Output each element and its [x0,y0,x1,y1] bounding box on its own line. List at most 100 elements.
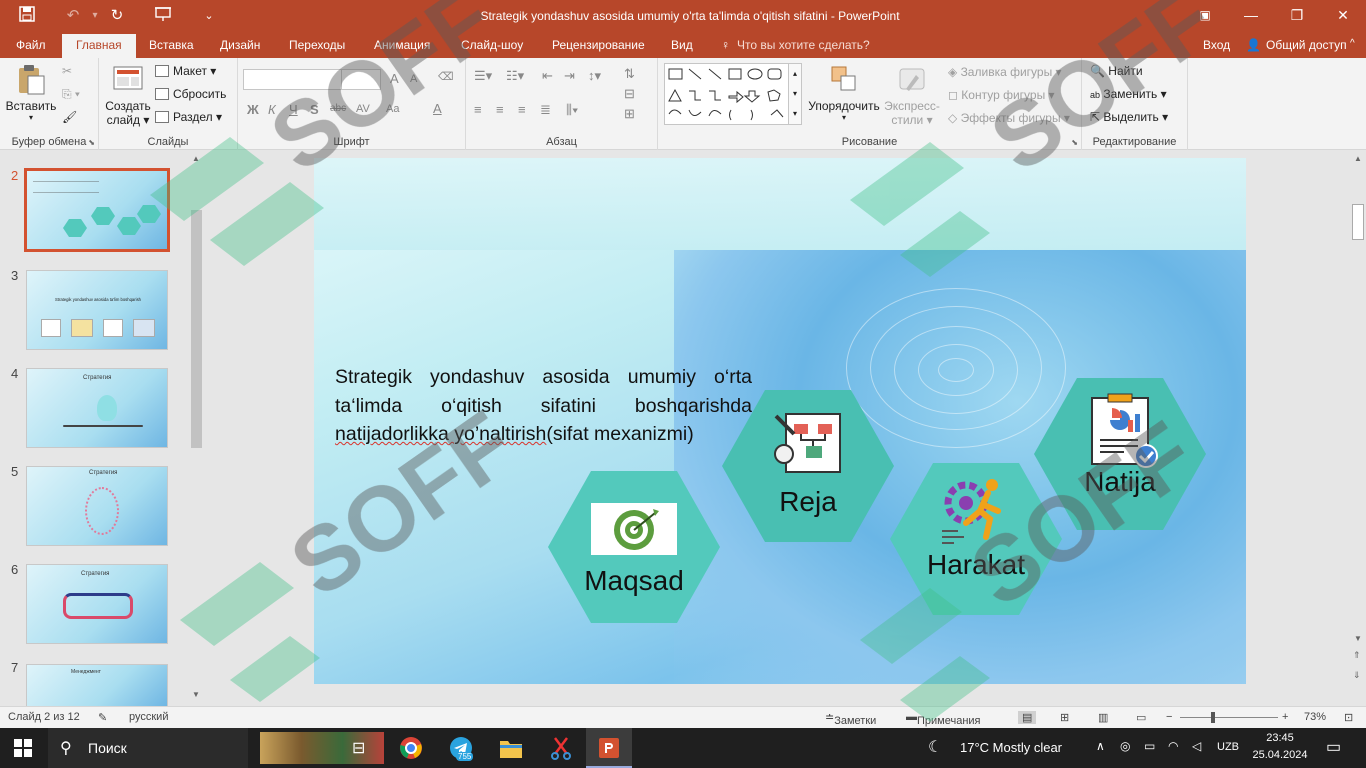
clipboard-launcher-icon[interactable]: ⬊ [88,138,95,147]
present-from-start-icon[interactable] [152,6,174,26]
line-spacing-icon[interactable]: ↕▾ [588,68,601,84]
webcam-icon[interactable]: ◎ [1120,739,1130,753]
quick-styles-button[interactable]: Экспресс-стили ▾ [880,64,944,127]
slide-title-text[interactable]: Strategik yondashuv asosida umumiy o‘rta… [335,363,752,449]
editor-scroll-thumb[interactable] [1352,204,1364,240]
restore-button[interactable]: ❐ [1274,0,1320,32]
minimize-button[interactable]: — [1228,0,1274,32]
zoom-level[interactable]: 73% [1304,711,1326,723]
input-language[interactable]: UZB [1217,741,1239,753]
customize-toolbar-icon[interactable]: ⌄ [198,6,220,26]
editor-scroll-up-icon[interactable]: ▲ [1354,154,1362,163]
font-size-combo[interactable] [341,69,381,90]
thumbnail-scrollbar[interactable]: ▲ ▼ [188,150,205,706]
copy-icon[interactable]: ⎘ ▾ [62,87,80,102]
underline-button[interactable]: Ч [289,102,298,117]
save-icon[interactable] [16,6,38,26]
font-color-button[interactable]: A [433,101,442,116]
collapse-ribbon-icon[interactable]: ^ [1350,38,1355,49]
tab-review[interactable]: Рецензирование [538,36,659,58]
layout-button[interactable]: Макет ▾ [155,64,216,78]
align-right-icon[interactable]: ≡ [518,102,526,117]
format-painter-icon[interactable]: 🖌 [62,110,77,124]
close-button[interactable]: ✕ [1320,0,1366,32]
normal-view-icon[interactable]: ▤ [1018,711,1037,724]
spellcheck-icon[interactable]: ✎ [98,711,107,724]
find-button[interactable]: 🔍 Найти [1090,64,1143,78]
shrink-font-button[interactable]: A [410,73,417,85]
chrome-icon[interactable] [388,728,434,768]
slide-thumbnail-5[interactable]: Стратегия [26,466,168,546]
tab-transitions[interactable]: Переходы [275,36,359,58]
editor-scrollbar[interactable]: ▲ ▼ ⇑ ⇓ [1350,150,1366,706]
battery-icon[interactable]: ▭ [1144,739,1155,753]
share-user-icon[interactable]: 👤 [1246,38,1261,52]
tab-design[interactable]: Дизайн [206,36,274,58]
bullets-icon[interactable]: ☰▾ [474,68,492,84]
clock-time[interactable]: 23:45 [1256,732,1304,744]
comments-button[interactable]: ▬ Примечания [906,711,981,727]
next-slide-icon[interactable]: ⇓ [1353,670,1361,681]
bold-button[interactable]: Ж [247,102,259,117]
previous-slide-icon[interactable]: ⇑ [1353,650,1361,661]
reset-button[interactable]: Сбросить [155,87,226,101]
volume-icon[interactable]: ◁ [1192,739,1201,753]
decrease-indent-icon[interactable]: ⇤ [542,68,553,84]
select-button[interactable]: ⇱ Выделить ▾ [1090,110,1168,124]
strikethrough-button[interactable]: abc [330,103,346,114]
zoom-in-icon[interactable]: + [1282,711,1288,723]
clock-date[interactable]: 25.04.2024 [1250,749,1310,761]
share-button[interactable]: Общий доступ [1266,38,1347,52]
tab-animations[interactable]: Анимация [360,36,444,58]
repeat-icon[interactable]: ↻ [106,6,128,26]
slide-sorter-icon[interactable]: ⊞ [1060,711,1069,724]
slide-thumbnail-3[interactable]: Strategik yondashuv asosida ta'lim boshq… [26,270,168,350]
smartart-icon[interactable]: ⊞ [624,106,635,122]
shadow-button[interactable]: S [310,102,319,117]
notification-center-icon[interactable]: ▭ [1326,737,1341,757]
snipping-tool-icon[interactable] [538,728,584,768]
fit-slide-icon[interactable]: ⊡ [1344,711,1353,724]
change-case-button[interactable]: Aa [386,103,399,115]
align-center-icon[interactable]: ≡ [496,102,504,117]
new-slide-button[interactable]: Создать слайд ▾ [103,64,153,127]
show-hidden-icons-icon[interactable]: ∧ [1096,739,1105,753]
tell-me-search[interactable]: Что вы хотите сделать? [737,38,870,52]
slide-thumbnail-6[interactable]: Стратегия [26,564,168,644]
scroll-down-arrow-icon[interactable]: ▼ [192,690,200,699]
drawing-launcher-icon[interactable]: ⬊ [1071,138,1078,147]
weather-text[interactable]: 17°C Mostly clear [960,740,1062,755]
tab-view[interactable]: Вид [657,36,707,58]
wifi-icon[interactable]: ◠ [1168,739,1178,753]
slide-canvas[interactable]: Strategik yondashuv asosida umumiy o‘rta… [314,158,1246,684]
character-spacing-button[interactable]: AV [356,103,370,115]
ribbon-display-options-icon[interactable]: ▣ [1182,0,1228,32]
windows-start-icon[interactable] [0,728,46,768]
align-left-icon[interactable]: ≡ [474,102,482,117]
scroll-up-arrow-icon[interactable]: ▲ [192,154,200,163]
reading-view-icon[interactable]: ▥ [1098,711,1108,724]
cut-icon[interactable]: ✂ [62,64,72,78]
shape-outline-button[interactable]: ◻ Контур фигуры ▾ [948,88,1055,102]
shapes-gallery[interactable] [664,63,794,125]
arrange-button[interactable]: Упорядочить ▾ [804,64,884,122]
section-button[interactable]: Раздел ▾ [155,110,222,124]
replace-button[interactable]: ab Заменить ▾ [1090,87,1167,101]
file-explorer-icon[interactable] [488,728,534,768]
zoom-slider-thumb[interactable] [1211,712,1215,723]
justify-icon[interactable]: ≣ [540,102,551,118]
increase-indent-icon[interactable]: ⇥ [564,68,575,84]
notes-button[interactable]: ≐ Заметки [825,711,876,727]
zoom-slider-track[interactable] [1180,717,1278,718]
shape-effects-button[interactable]: ◇ Эффекты фигуры ▾ [948,111,1070,125]
grow-font-button[interactable]: A [390,71,399,86]
tab-file[interactable]: Файл [2,36,60,58]
align-text-icon[interactable]: ⊟ [624,86,635,102]
language-indicator[interactable]: русский [129,711,168,723]
font-name-combo[interactable] [243,69,343,90]
weather-moon-icon[interactable]: ☾ [928,737,942,757]
telegram-icon[interactable]: 755 [438,728,484,768]
shape-fill-button[interactable]: ◈ Заливка фигуры ▾ [948,65,1062,79]
slideshow-view-icon[interactable]: ▭ [1136,711,1146,724]
numbering-icon[interactable]: ☷▾ [506,68,524,84]
